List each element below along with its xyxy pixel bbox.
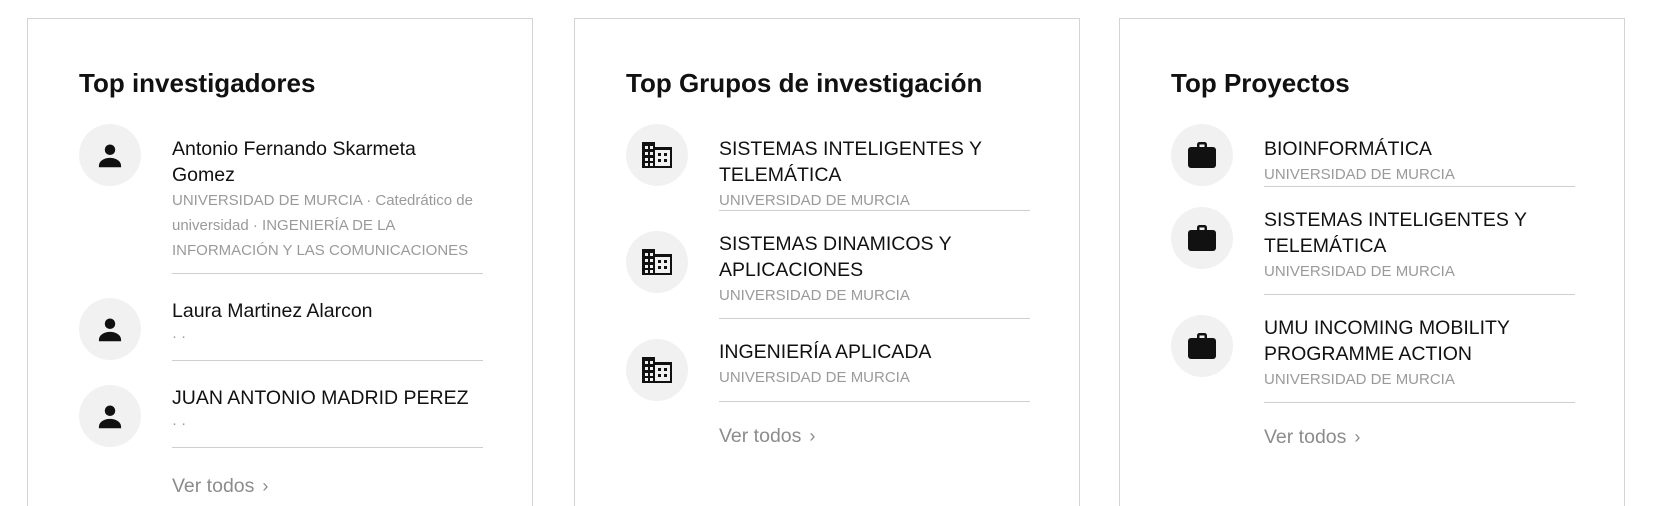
person-icon [98,318,122,342]
chevron-right-icon: › [1354,427,1361,447]
list-item[interactable]: Laura Martinez Alarcon · · [79,298,483,361]
project-meta: UNIVERSIDAD DE MURCIA [1264,166,1455,183]
researcher-meta: UNIVERSIDAD DE MURCIA · Catedrático de u… [172,192,473,259]
group-name[interactable]: SISTEMAS DINAMICOS Y APLICACIONES [719,231,1030,283]
chevron-right-icon: › [809,426,816,446]
briefcase-icon [1188,142,1216,168]
item-body: JUAN ANTONIO MADRID PEREZ · · [172,385,483,448]
building-icon [642,357,672,383]
project-name[interactable]: BIOINFORMÁTICA [1264,136,1575,162]
group-meta: UNIVERSIDAD DE MURCIA [719,369,910,386]
see-all-link[interactable]: Ver todos › [719,423,815,449]
group-name[interactable]: INGENIERÍA APLICADA [719,339,1030,365]
item-body: BIOINFORMÁTICA UNIVERSIDAD DE MURCIA [1264,124,1575,187]
list-item[interactable]: SISTEMAS INTELIGENTES Y TELEMÁTICA UNIVE… [1171,207,1575,295]
researcher-name[interactable]: JUAN ANTONIO MADRID PEREZ [172,385,483,411]
avatar [1171,207,1233,269]
project-meta: UNIVERSIDAD DE MURCIA [1264,371,1455,388]
item-body: SISTEMAS DINAMICOS Y APLICACIONES UNIVER… [719,231,1030,319]
researcher-meta: · · [172,328,187,345]
researcher-name[interactable]: Laura Martinez Alarcon [172,298,483,324]
item-body: INGENIERÍA APLICADA UNIVERSIDAD DE MURCI… [719,339,1030,402]
person-icon [98,144,122,168]
top-researchers-card: Top investigadores Antonio Fernando Skar… [27,18,533,506]
chevron-right-icon: › [262,476,269,496]
list-item[interactable]: SISTEMAS INTELIGENTES Y TELEMÁTICA UNIVE… [626,124,1030,211]
see-all-link[interactable]: Ver todos › [172,473,268,499]
person-icon [98,405,122,429]
item-body: UMU INCOMING MOBILITY PROGRAMME ACTION U… [1264,315,1575,403]
avatar [79,298,141,360]
see-all-label: Ver todos [1264,426,1347,448]
avatar [626,231,688,293]
building-icon [642,249,672,275]
briefcase-icon [1188,333,1216,359]
top-rankings-section: Top investigadores Antonio Fernando Skar… [0,0,1655,506]
see-all-link[interactable]: Ver todos › [1264,424,1360,450]
group-meta: UNIVERSIDAD DE MURCIA [719,192,910,209]
building-icon [642,142,672,168]
group-meta: UNIVERSIDAD DE MURCIA [719,287,910,304]
list-item[interactable]: BIOINFORMÁTICA UNIVERSIDAD DE MURCIA [1171,124,1575,187]
list-item[interactable]: JUAN ANTONIO MADRID PEREZ · · [79,385,483,448]
groups-list: SISTEMAS INTELIGENTES Y TELEMÁTICA UNIVE… [626,124,1030,449]
avatar [626,124,688,186]
project-name[interactable]: SISTEMAS INTELIGENTES Y TELEMÁTICA [1264,207,1575,259]
researchers-list: Antonio Fernando Skarmeta Gomez UNIVERSI… [79,124,483,499]
list-item[interactable]: UMU INCOMING MOBILITY PROGRAMME ACTION U… [1171,315,1575,403]
top-research-groups-card: Top Grupos de investigación SISTEMAS INT… [574,18,1080,506]
avatar [1171,124,1233,186]
card-title: Top investigadores [79,68,316,98]
projects-list: BIOINFORMÁTICA UNIVERSIDAD DE MURCIA SIS… [1171,124,1575,450]
project-name[interactable]: UMU INCOMING MOBILITY PROGRAMME ACTION [1264,315,1575,367]
item-body: Laura Martinez Alarcon · · [172,298,483,361]
briefcase-icon [1188,225,1216,251]
item-body: Antonio Fernando Skarmeta Gomez UNIVERSI… [172,124,483,274]
card-title: Top Proyectos [1171,68,1350,98]
see-all-label: Ver todos [172,475,255,497]
avatar [1171,315,1233,377]
avatar [79,124,141,186]
group-name[interactable]: SISTEMAS INTELIGENTES Y TELEMÁTICA [719,136,1030,188]
list-item[interactable]: INGENIERÍA APLICADA UNIVERSIDAD DE MURCI… [626,339,1030,402]
top-projects-card: Top Proyectos BIOINFORMÁTICA UNIVERSIDAD… [1119,18,1625,506]
researcher-name[interactable]: Antonio Fernando Skarmeta Gomez [172,136,483,188]
avatar [626,339,688,401]
item-body: SISTEMAS INTELIGENTES Y TELEMÁTICA UNIVE… [1264,207,1575,295]
item-body: SISTEMAS INTELIGENTES Y TELEMÁTICA UNIVE… [719,124,1030,211]
avatar [79,385,141,447]
list-item[interactable]: SISTEMAS DINAMICOS Y APLICACIONES UNIVER… [626,231,1030,319]
researcher-meta: · · [172,415,187,432]
list-item[interactable]: Antonio Fernando Skarmeta Gomez UNIVERSI… [79,124,483,274]
see-all-label: Ver todos [719,425,802,447]
card-title: Top Grupos de investigación [626,68,983,98]
project-meta: UNIVERSIDAD DE MURCIA [1264,263,1455,280]
